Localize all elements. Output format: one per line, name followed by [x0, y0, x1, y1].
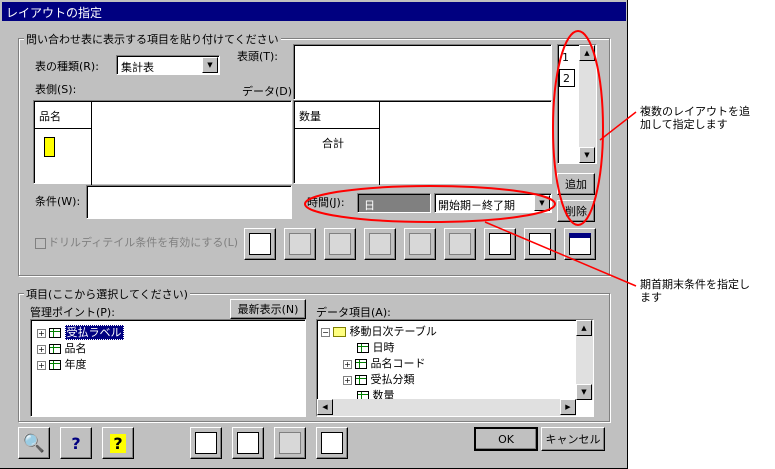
- annotation-ellipse-layout: [552, 30, 604, 226]
- annotation-time: 期首期末条件を指定します: [640, 278, 750, 304]
- annotation-line-time: [484, 221, 637, 287]
- annotation-layout: 複数のレイアウトを追加して指定します: [640, 105, 750, 131]
- annotation-line-layout: [599, 111, 637, 141]
- annotation-overlay: [304, 30, 637, 287]
- annotation-ellipse-time: [304, 185, 556, 223]
